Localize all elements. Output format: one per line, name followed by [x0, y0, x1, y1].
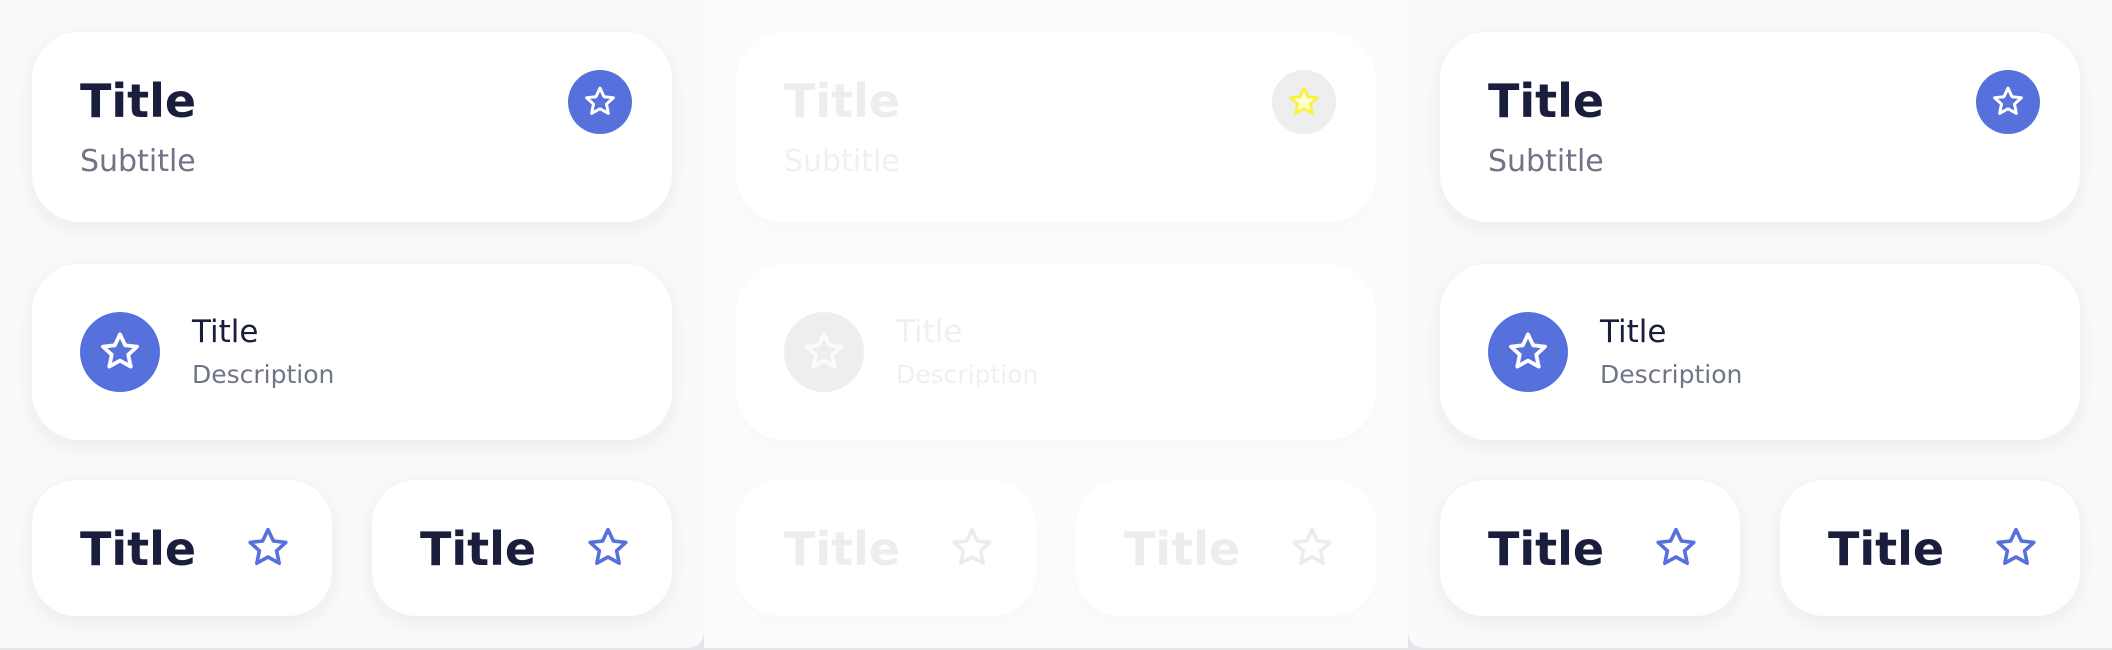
small-card-title: Title	[1828, 522, 1945, 576]
list-description: Description	[192, 360, 335, 389]
star-outline-icon[interactable]	[584, 524, 632, 572]
small-card-disabled: Title	[736, 480, 1036, 616]
panel-disabled-middle: Title Subtitle Title Description Title T…	[704, 0, 1408, 648]
list-card[interactable]: Title Description	[1440, 264, 2080, 440]
small-card[interactable]: Title	[372, 480, 672, 616]
favorite-button-disabled	[1272, 70, 1336, 134]
star-icon	[585, 86, 615, 115]
list-description: Description	[896, 360, 1039, 389]
header-card[interactable]: Title Subtitle	[1440, 32, 2080, 222]
card-title: Title	[80, 74, 197, 128]
list-title: Title	[1600, 314, 1667, 350]
card-subtitle: Subtitle	[80, 144, 196, 179]
star-outline-icon[interactable]	[1992, 524, 2040, 572]
card-subtitle: Subtitle	[784, 144, 900, 179]
star-icon	[1993, 86, 2023, 115]
list-card[interactable]: Title Description	[32, 264, 672, 440]
small-card-title: Title	[1124, 522, 1241, 576]
list-avatar	[784, 312, 864, 392]
list-card-disabled: Title Description	[736, 264, 1376, 440]
star-outline-icon	[1292, 527, 1332, 565]
star-outline-icon	[952, 527, 992, 565]
star-icon	[101, 332, 139, 369]
card-subtitle: Subtitle	[1488, 144, 1604, 179]
list-description: Description	[1600, 360, 1743, 389]
star-icon	[1289, 86, 1319, 115]
small-card[interactable]: Title	[32, 480, 332, 616]
small-card-title: Title	[1488, 522, 1605, 576]
card-title: Title	[1488, 74, 1605, 128]
small-card-title: Title	[784, 522, 901, 576]
header-card-disabled: Title Subtitle	[736, 32, 1376, 222]
favorite-button[interactable]	[1976, 70, 2040, 134]
favorite-button[interactable]	[568, 70, 632, 134]
card-title: Title	[784, 74, 901, 128]
panel-default-right: Title Subtitle Title Description Title T…	[1408, 0, 2112, 648]
star-outline-icon[interactable]	[1652, 524, 1700, 572]
small-card-disabled: Title	[1076, 480, 1376, 616]
panel-default-left: Title Subtitle Title Description Title T…	[0, 0, 704, 648]
small-card[interactable]: Title	[1440, 480, 1740, 616]
star-icon	[1509, 332, 1547, 369]
list-avatar	[80, 312, 160, 392]
star-icon	[805, 332, 843, 369]
list-avatar	[1488, 312, 1568, 392]
small-card-title: Title	[420, 522, 537, 576]
small-card-title: Title	[80, 522, 197, 576]
small-card[interactable]: Title	[1780, 480, 2080, 616]
list-title: Title	[896, 314, 963, 350]
list-title: Title	[192, 314, 259, 350]
header-card[interactable]: Title Subtitle	[32, 32, 672, 222]
star-outline-icon[interactable]	[244, 524, 292, 572]
